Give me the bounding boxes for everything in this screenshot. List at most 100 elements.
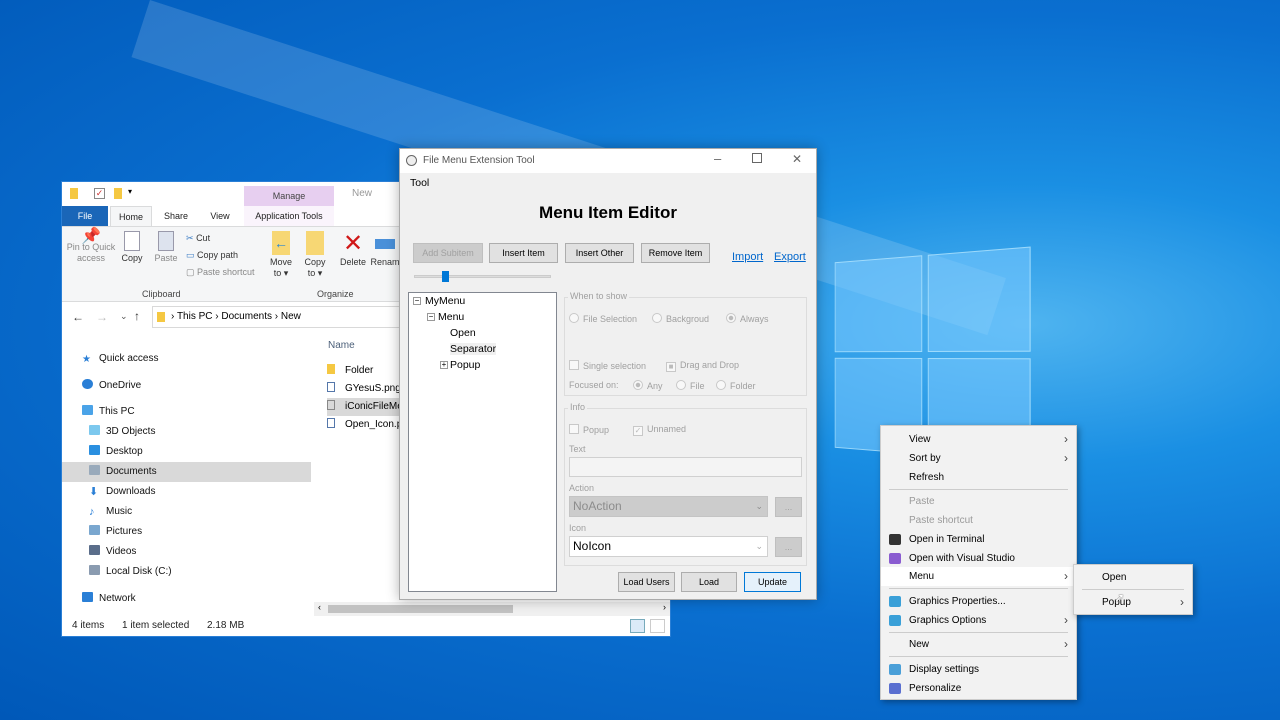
load-button[interactable]: Load [681, 572, 737, 592]
rename-button[interactable]: Renam [370, 231, 400, 268]
tree-node-popup[interactable]: Popup [450, 359, 480, 371]
action-browse-button[interactable]: ... [775, 497, 802, 517]
expand-icon[interactable]: + [440, 361, 448, 369]
menu-tool[interactable]: Tool [410, 177, 429, 189]
insert-other-button[interactable]: Insert Other [565, 243, 634, 263]
menu-item-view[interactable]: View › [881, 430, 1076, 449]
text-input[interactable] [569, 457, 802, 477]
nav-videos[interactable]: Videos [89, 542, 136, 562]
menu-item-paste[interactable]: Paste [881, 492, 1076, 511]
nav-network[interactable]: Network [82, 589, 136, 609]
nav-pictures[interactable]: Pictures [89, 522, 142, 542]
slider-thumb[interactable] [441, 271, 449, 282]
minimize-button[interactable]: – [714, 151, 721, 166]
menu-item-menu[interactable]: Menu › [881, 567, 1076, 586]
paste-button[interactable]: Paste [152, 231, 180, 264]
menu-item-new[interactable]: New › [881, 635, 1076, 654]
scroll-right-icon[interactable]: › [663, 602, 666, 612]
scroll-left-icon[interactable]: ‹ [318, 602, 321, 612]
submenu-item-open[interactable]: Open [1074, 568, 1192, 587]
paste-shortcut-button[interactable]: ▢ Paste shortcut [186, 267, 255, 278]
tree-node-open[interactable]: Open [450, 327, 476, 339]
tab-share[interactable]: Share [156, 206, 196, 226]
folder-radio[interactable]: Folder [716, 380, 756, 391]
nav-onedrive[interactable]: OneDrive [82, 376, 141, 396]
tab-file[interactable]: File [62, 206, 108, 226]
properties-icon[interactable]: ✓ [94, 188, 105, 199]
large-icons-view-icon[interactable] [650, 619, 665, 633]
scrollbar-thumb[interactable] [328, 605, 513, 613]
single-selection-checkbox[interactable]: Single selection [569, 360, 646, 371]
move-to-button[interactable]: ← Move to ▾ [266, 231, 296, 279]
load-users-button[interactable]: Load Users [618, 572, 675, 592]
nav-this-pc[interactable]: This PC [82, 402, 135, 422]
menu-item-open-in-terminal[interactable]: Open in Terminal [881, 530, 1076, 549]
update-button[interactable]: Update [744, 572, 801, 592]
copy-to-button[interactable]: Copy to ▾ [300, 231, 330, 279]
collapse-icon[interactable]: − [413, 297, 421, 305]
recent-locations-icon[interactable]: ⌄ [120, 311, 128, 322]
file-row[interactable]: Open_Icon.p [327, 416, 399, 434]
slider-track[interactable] [414, 271, 551, 282]
nav-desktop[interactable]: Desktop [89, 442, 143, 462]
menu-item-refresh[interactable]: Refresh [881, 468, 1076, 487]
menu-item-personalize[interactable]: Personalize [881, 679, 1076, 698]
tree-node-mymenu[interactable]: MyMenu [425, 295, 465, 307]
menu-item-display-settings[interactable]: Display settings [881, 660, 1076, 679]
popup-checkbox[interactable]: Popup [569, 424, 609, 435]
icon-select[interactable]: NoIcon ⌄ [569, 536, 768, 557]
action-select[interactable]: NoAction ⌄ [569, 496, 768, 517]
breadcrumb-new[interactable]: New [281, 311, 301, 322]
file-radio[interactable]: File [676, 380, 705, 391]
menu-item-open-with-visual-studio[interactable]: Open with Visual Studio [881, 549, 1076, 568]
export-link[interactable]: Export [774, 251, 806, 263]
breadcrumb-this-pc[interactable]: This PC [177, 311, 213, 322]
copy-path-button[interactable]: ▭ Copy path [186, 250, 238, 261]
forward-arrow-icon[interactable]: → [96, 310, 108, 324]
customize-dropdown-icon[interactable]: ▾ [128, 187, 132, 196]
tab-home[interactable]: Home [110, 206, 152, 226]
maximize-button[interactable] [752, 153, 762, 163]
menu-tree[interactable]: − MyMenu − Menu Open Separator + Popup [408, 292, 557, 592]
file-row[interactable]: Folder [327, 362, 399, 380]
menu-item-graphics-properties[interactable]: Graphics Properties... [881, 592, 1076, 611]
pin-to-quick-access-button[interactable]: 📌 Pin to Quick access [66, 229, 116, 264]
nav-quick-access[interactable]: ★ Quick access [82, 349, 158, 369]
tree-node-menu[interactable]: Menu [438, 311, 464, 323]
collapse-icon[interactable]: − [427, 313, 435, 321]
cut-button[interactable]: ✂ Cut [186, 233, 210, 244]
nav-documents[interactable]: Documents [62, 462, 311, 482]
tab-view[interactable]: View [200, 206, 240, 226]
always-radio[interactable]: Always [726, 313, 769, 324]
back-arrow-icon[interactable]: ← [72, 310, 84, 324]
menu-item-paste-shortcut[interactable]: Paste shortcut [881, 511, 1076, 530]
import-link[interactable]: Import [732, 251, 763, 263]
nav-downloads[interactable]: ⬇ Downloads [89, 482, 155, 502]
column-header-name[interactable]: Name [328, 340, 355, 351]
copy-button[interactable]: Copy [118, 231, 146, 264]
tab-application-tools[interactable]: Application Tools [244, 206, 334, 226]
menu-item-sort-by[interactable]: Sort by › [881, 449, 1076, 468]
insert-item-button[interactable]: Insert Item [489, 243, 558, 263]
submenu-item-popup[interactable]: Popup › [1074, 593, 1192, 612]
file-row-selected[interactable]: iConicFileMe [327, 398, 399, 416]
background-radio[interactable]: Backgroud [652, 313, 709, 324]
nav-music[interactable]: ♪ Music [89, 502, 132, 522]
breadcrumb-documents[interactable]: Documents [221, 311, 272, 322]
remove-item-button[interactable]: Remove Item [641, 243, 710, 263]
file-row[interactable]: GYesuS.png [327, 380, 399, 398]
delete-button[interactable]: ✕ Delete [338, 231, 368, 268]
nav-3d-objects[interactable]: 3D Objects [89, 422, 155, 442]
up-arrow-icon[interactable]: ↑ [134, 309, 140, 323]
tree-node-separator[interactable]: Separator [450, 343, 497, 355]
menu-item-graphics-options[interactable]: Graphics Options › [881, 611, 1076, 630]
file-selection-radio[interactable]: File Selection [569, 313, 637, 324]
unnamed-checkbox[interactable]: ✓ Unnamed [633, 424, 686, 436]
close-button[interactable]: ✕ [792, 152, 802, 166]
add-subitem-button[interactable]: Add Subitem [413, 243, 483, 263]
details-view-icon[interactable] [630, 619, 645, 633]
nav-local-disk[interactable]: Local Disk (C:) [89, 562, 172, 582]
new-folder-icon[interactable] [114, 188, 122, 199]
any-radio[interactable]: Any [633, 380, 663, 391]
drag-and-drop-checkbox[interactable]: ■ Drag and Drop [666, 360, 739, 372]
